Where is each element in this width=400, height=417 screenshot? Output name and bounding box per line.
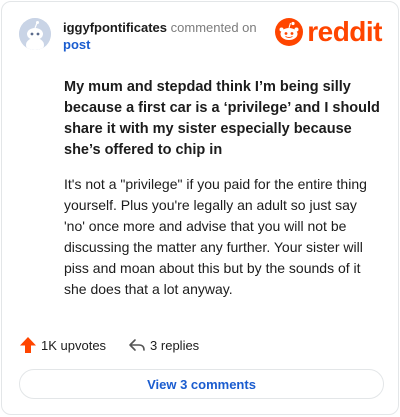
action-text: commented on — [170, 20, 257, 35]
user-avatar[interactable] — [19, 18, 51, 50]
upvote-button[interactable]: 1K upvotes — [19, 336, 106, 354]
comment-card: iggyfpontificates commented on post redd… — [1, 1, 399, 415]
username-link[interactable]: iggyfpontificates — [63, 20, 167, 35]
view-comments-button[interactable]: View 3 comments — [19, 369, 384, 399]
replies-button[interactable]: 3 replies — [128, 336, 199, 354]
snoo-avatar-icon — [19, 18, 51, 50]
upvote-count: 1K upvotes — [41, 337, 107, 353]
comment-actions: 1K upvotes 3 replies — [19, 336, 221, 354]
post-title[interactable]: My mum and stepdad think I’m being silly… — [64, 77, 384, 161]
reddit-snoo-icon — [275, 18, 304, 46]
comment-body: It's not a "privilege" if you paid for t… — [64, 176, 367, 297]
replies-count: 3 replies — [150, 337, 200, 353]
reddit-wordmark: reddit — [307, 16, 382, 47]
reddit-logo[interactable]: reddit — [275, 18, 382, 46]
comment-meta: iggyfpontificates commented on post — [63, 19, 257, 53]
upvote-arrow-icon — [20, 337, 36, 353]
post-link[interactable]: post — [63, 36, 257, 53]
reply-arrow-icon — [129, 339, 145, 351]
